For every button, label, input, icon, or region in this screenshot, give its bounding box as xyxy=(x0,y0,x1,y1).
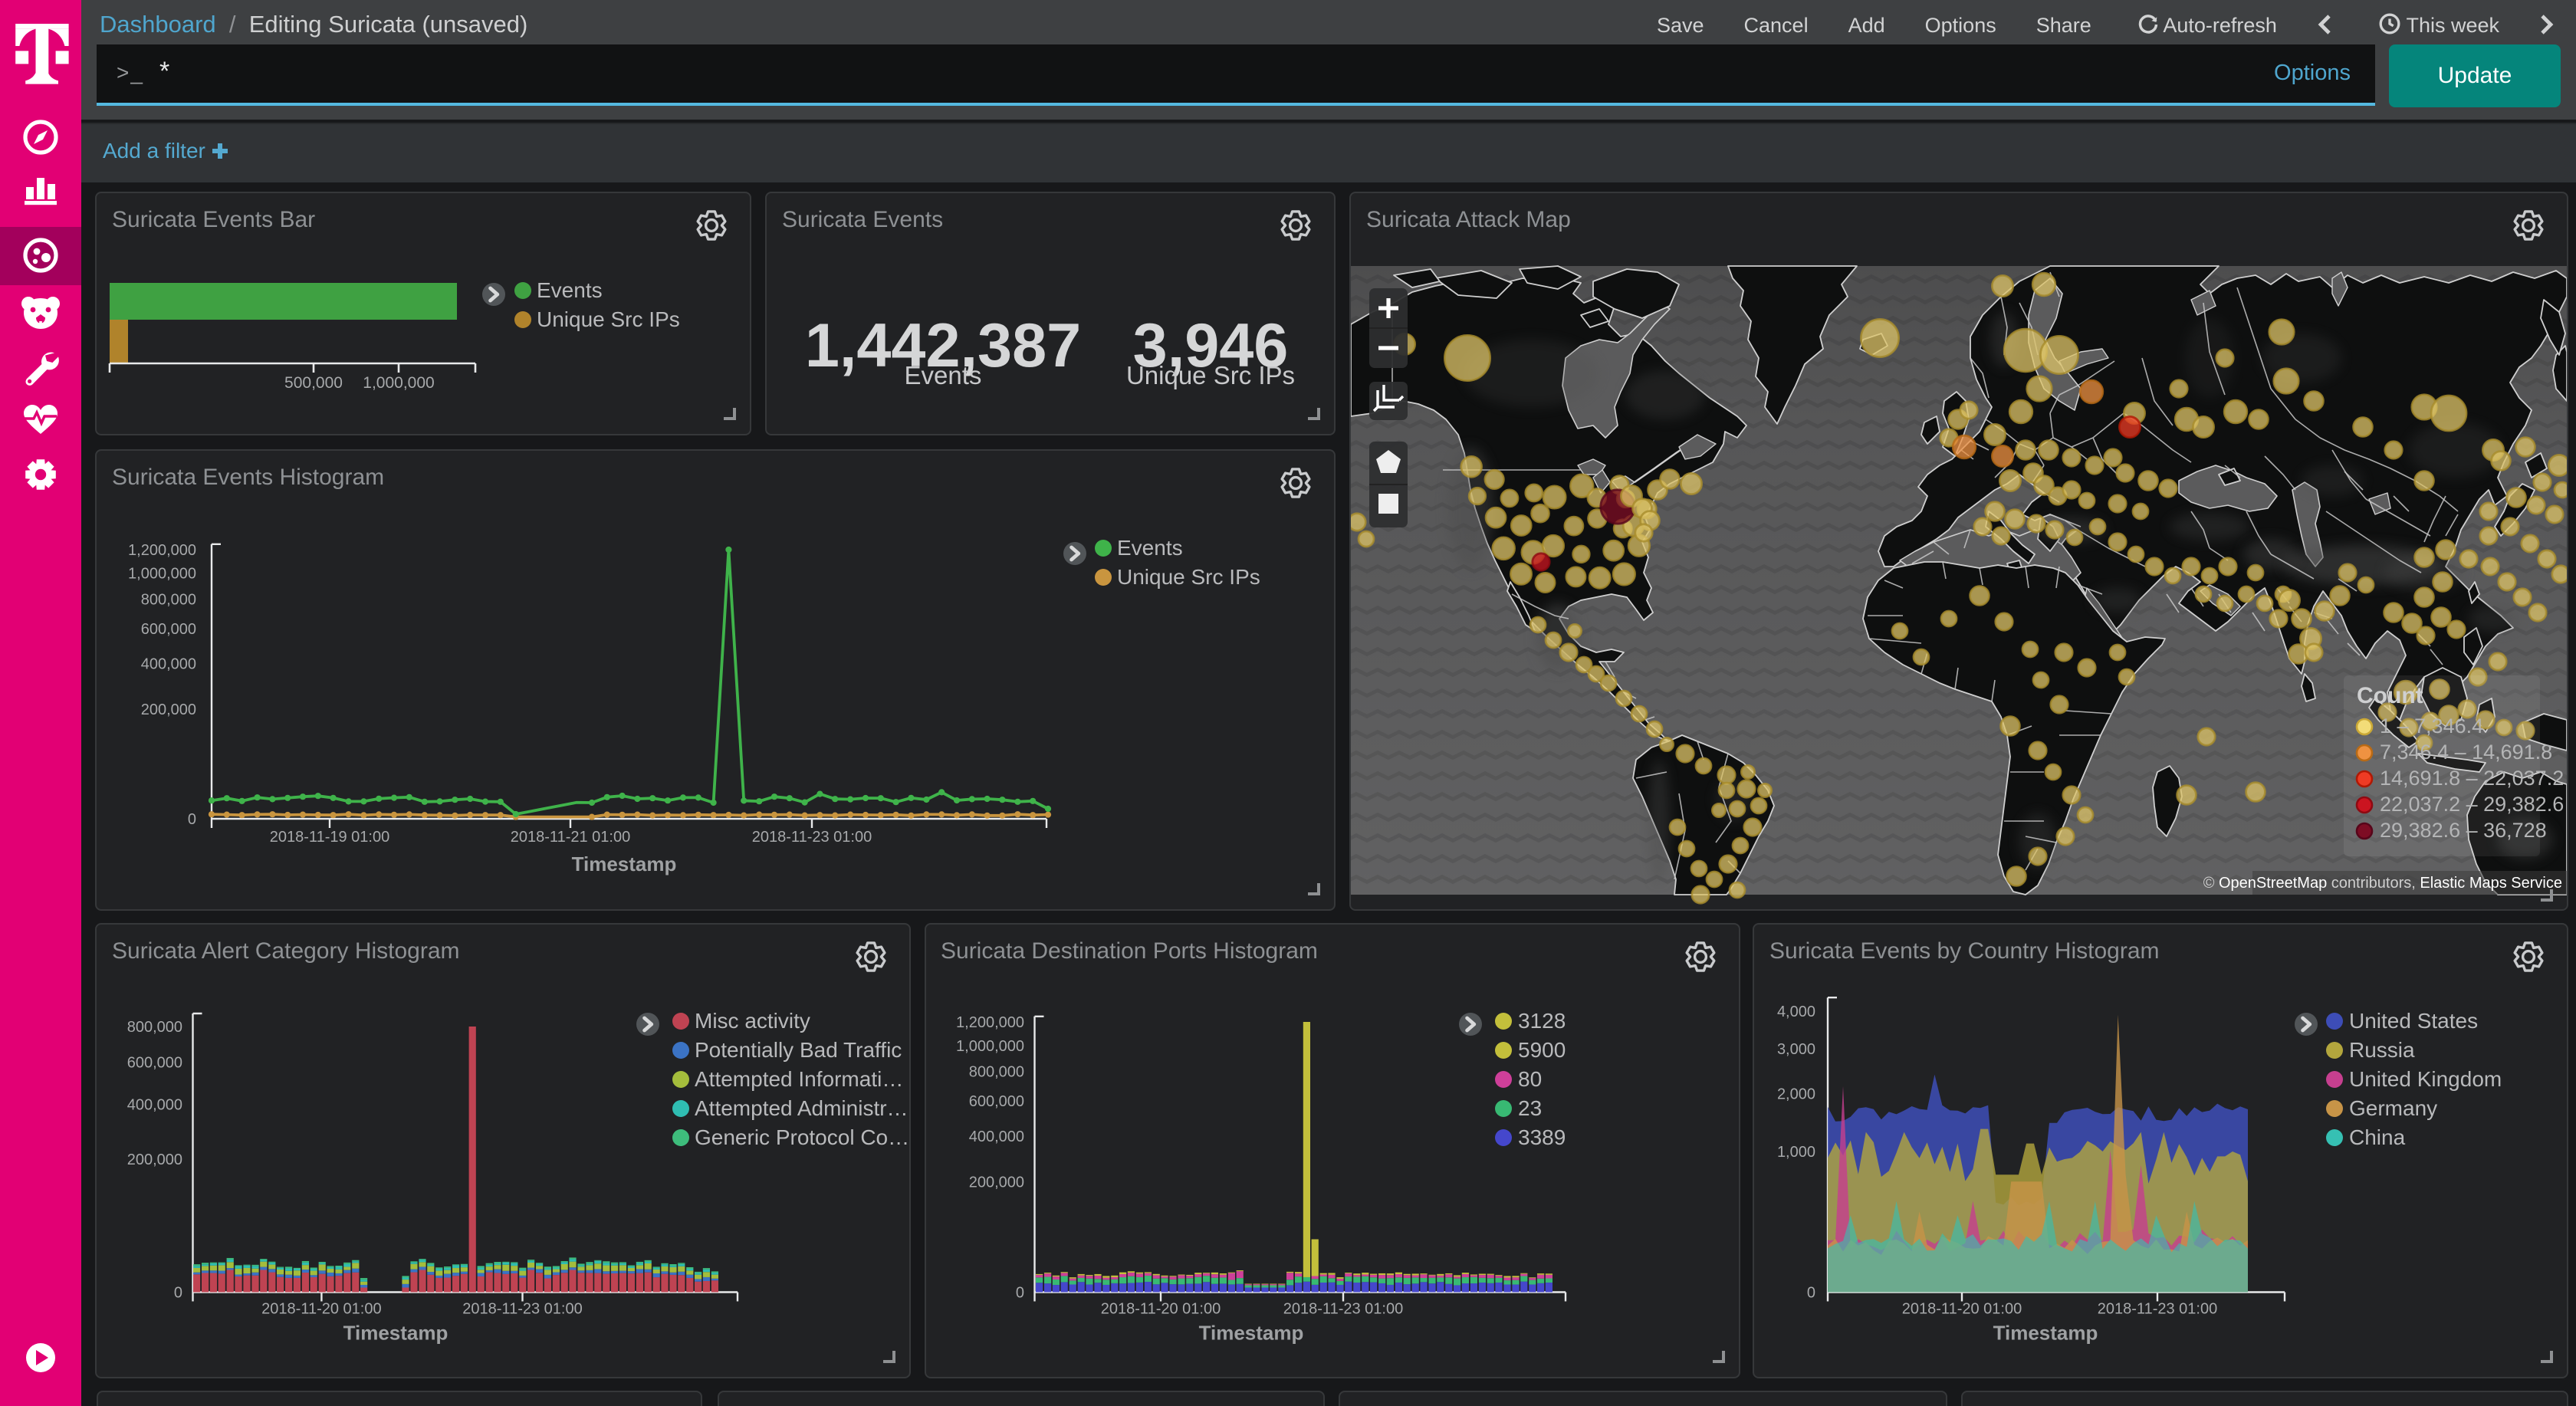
svg-text:Timestamp: Timestamp xyxy=(1198,1322,1303,1345)
svg-text:600,000: 600,000 xyxy=(968,1093,1024,1110)
svg-text:1,000,000: 1,000,000 xyxy=(363,373,434,391)
svg-text:14,691.8 – 22,037.2: 14,691.8 – 22,037.2 xyxy=(2380,766,2564,789)
svg-text:600,000: 600,000 xyxy=(127,1054,182,1071)
svg-text:1,000: 1,000 xyxy=(1777,1144,1815,1161)
svg-text:400,000: 400,000 xyxy=(127,1096,182,1113)
svg-text:800,000: 800,000 xyxy=(968,1064,1024,1081)
svg-text:200,000: 200,000 xyxy=(968,1174,1024,1191)
svg-text:United Kingdom: United Kingdom xyxy=(2349,1067,2502,1091)
svg-text:Events: Events xyxy=(905,360,982,389)
svg-text:Timestamp: Timestamp xyxy=(1993,1322,2098,1345)
svg-text:United States: United States xyxy=(2349,1009,2478,1033)
svg-text:1,200,000: 1,200,000 xyxy=(955,1014,1024,1031)
svg-text:Attempted Administr…: Attempted Administr… xyxy=(695,1096,909,1120)
svg-text:Generic Protocol Co…: Generic Protocol Co… xyxy=(695,1125,909,1149)
svg-text:Germany: Germany xyxy=(2349,1096,2437,1120)
svg-text:4,000: 4,000 xyxy=(1777,1004,1815,1020)
svg-text:Count: Count xyxy=(2357,682,2423,708)
svg-text:Unique Src IPs: Unique Src IPs xyxy=(537,307,680,330)
svg-text:1,200,000: 1,200,000 xyxy=(128,541,196,558)
svg-text:Misc activity: Misc activity xyxy=(695,1009,810,1033)
svg-text:800,000: 800,000 xyxy=(141,590,196,607)
svg-text:2018-11-23 01:00: 2018-11-23 01:00 xyxy=(1283,1301,1402,1318)
svg-text:0: 0 xyxy=(1807,1284,1815,1301)
svg-text:2018-11-23 01:00: 2018-11-23 01:00 xyxy=(462,1301,582,1318)
svg-text:800,000: 800,000 xyxy=(127,1019,182,1036)
svg-text:2018-11-23 01:00: 2018-11-23 01:00 xyxy=(752,828,872,845)
svg-text:200,000: 200,000 xyxy=(141,701,196,718)
svg-text:7,346.4 – 14,691.8: 7,346.4 – 14,691.8 xyxy=(2380,740,2552,763)
svg-text:1,000,000: 1,000,000 xyxy=(955,1038,1024,1055)
svg-text:5900: 5900 xyxy=(1517,1038,1565,1062)
svg-text:2,000: 2,000 xyxy=(1777,1086,1815,1102)
svg-text:23: 23 xyxy=(1517,1096,1541,1120)
svg-text:1,000,000: 1,000,000 xyxy=(128,565,196,582)
svg-text:400,000: 400,000 xyxy=(968,1128,1024,1145)
svg-text:0: 0 xyxy=(1015,1284,1024,1301)
svg-text:80: 80 xyxy=(1517,1067,1541,1091)
svg-text:3,000: 3,000 xyxy=(1777,1041,1815,1058)
svg-text:2018-11-23 01:00: 2018-11-23 01:00 xyxy=(2098,1301,2217,1318)
svg-text:0: 0 xyxy=(188,810,196,827)
svg-text:22,037.2 – 29,382.6: 22,037.2 – 29,382.6 xyxy=(2380,792,2564,815)
svg-text:Potentially Bad Traffic: Potentially Bad Traffic xyxy=(695,1038,902,1062)
svg-text:China: China xyxy=(2349,1125,2406,1149)
svg-text:0: 0 xyxy=(174,1284,182,1301)
svg-text:500,000: 500,000 xyxy=(284,373,343,391)
svg-text:Unique Src IPs: Unique Src IPs xyxy=(1126,360,1295,389)
svg-text:2018-11-19 01:00: 2018-11-19 01:00 xyxy=(270,828,389,845)
svg-text:600,000: 600,000 xyxy=(141,620,196,637)
svg-text:3128: 3128 xyxy=(1517,1009,1565,1033)
svg-text:200,000: 200,000 xyxy=(127,1151,182,1168)
svg-text:29,382.6 – 36,728: 29,382.6 – 36,728 xyxy=(2380,818,2547,841)
svg-text:Attempted Informati…: Attempted Informati… xyxy=(695,1067,903,1091)
svg-text:Timestamp: Timestamp xyxy=(343,1322,449,1345)
svg-text:Unique Src IPs: Unique Src IPs xyxy=(1117,564,1260,588)
svg-text:2018-11-21 01:00: 2018-11-21 01:00 xyxy=(511,828,630,845)
svg-text:400,000: 400,000 xyxy=(141,655,196,672)
svg-text:© OpenStreetMap contributors,: © OpenStreetMap contributors, Elastic Ma… xyxy=(2203,874,2562,891)
svg-text:1 – 7,346.4: 1 – 7,346.4 xyxy=(2380,714,2483,737)
svg-text:2018-11-20 01:00: 2018-11-20 01:00 xyxy=(261,1301,381,1318)
svg-text:Events: Events xyxy=(537,278,603,301)
svg-text:2018-11-20 01:00: 2018-11-20 01:00 xyxy=(1100,1301,1220,1318)
svg-text:3389: 3389 xyxy=(1517,1125,1565,1149)
svg-text:2018-11-20 01:00: 2018-11-20 01:00 xyxy=(1902,1301,2022,1318)
svg-text:Timestamp: Timestamp xyxy=(572,852,677,875)
svg-text:Events: Events xyxy=(1117,535,1183,559)
svg-text:Russia: Russia xyxy=(2349,1038,2415,1062)
